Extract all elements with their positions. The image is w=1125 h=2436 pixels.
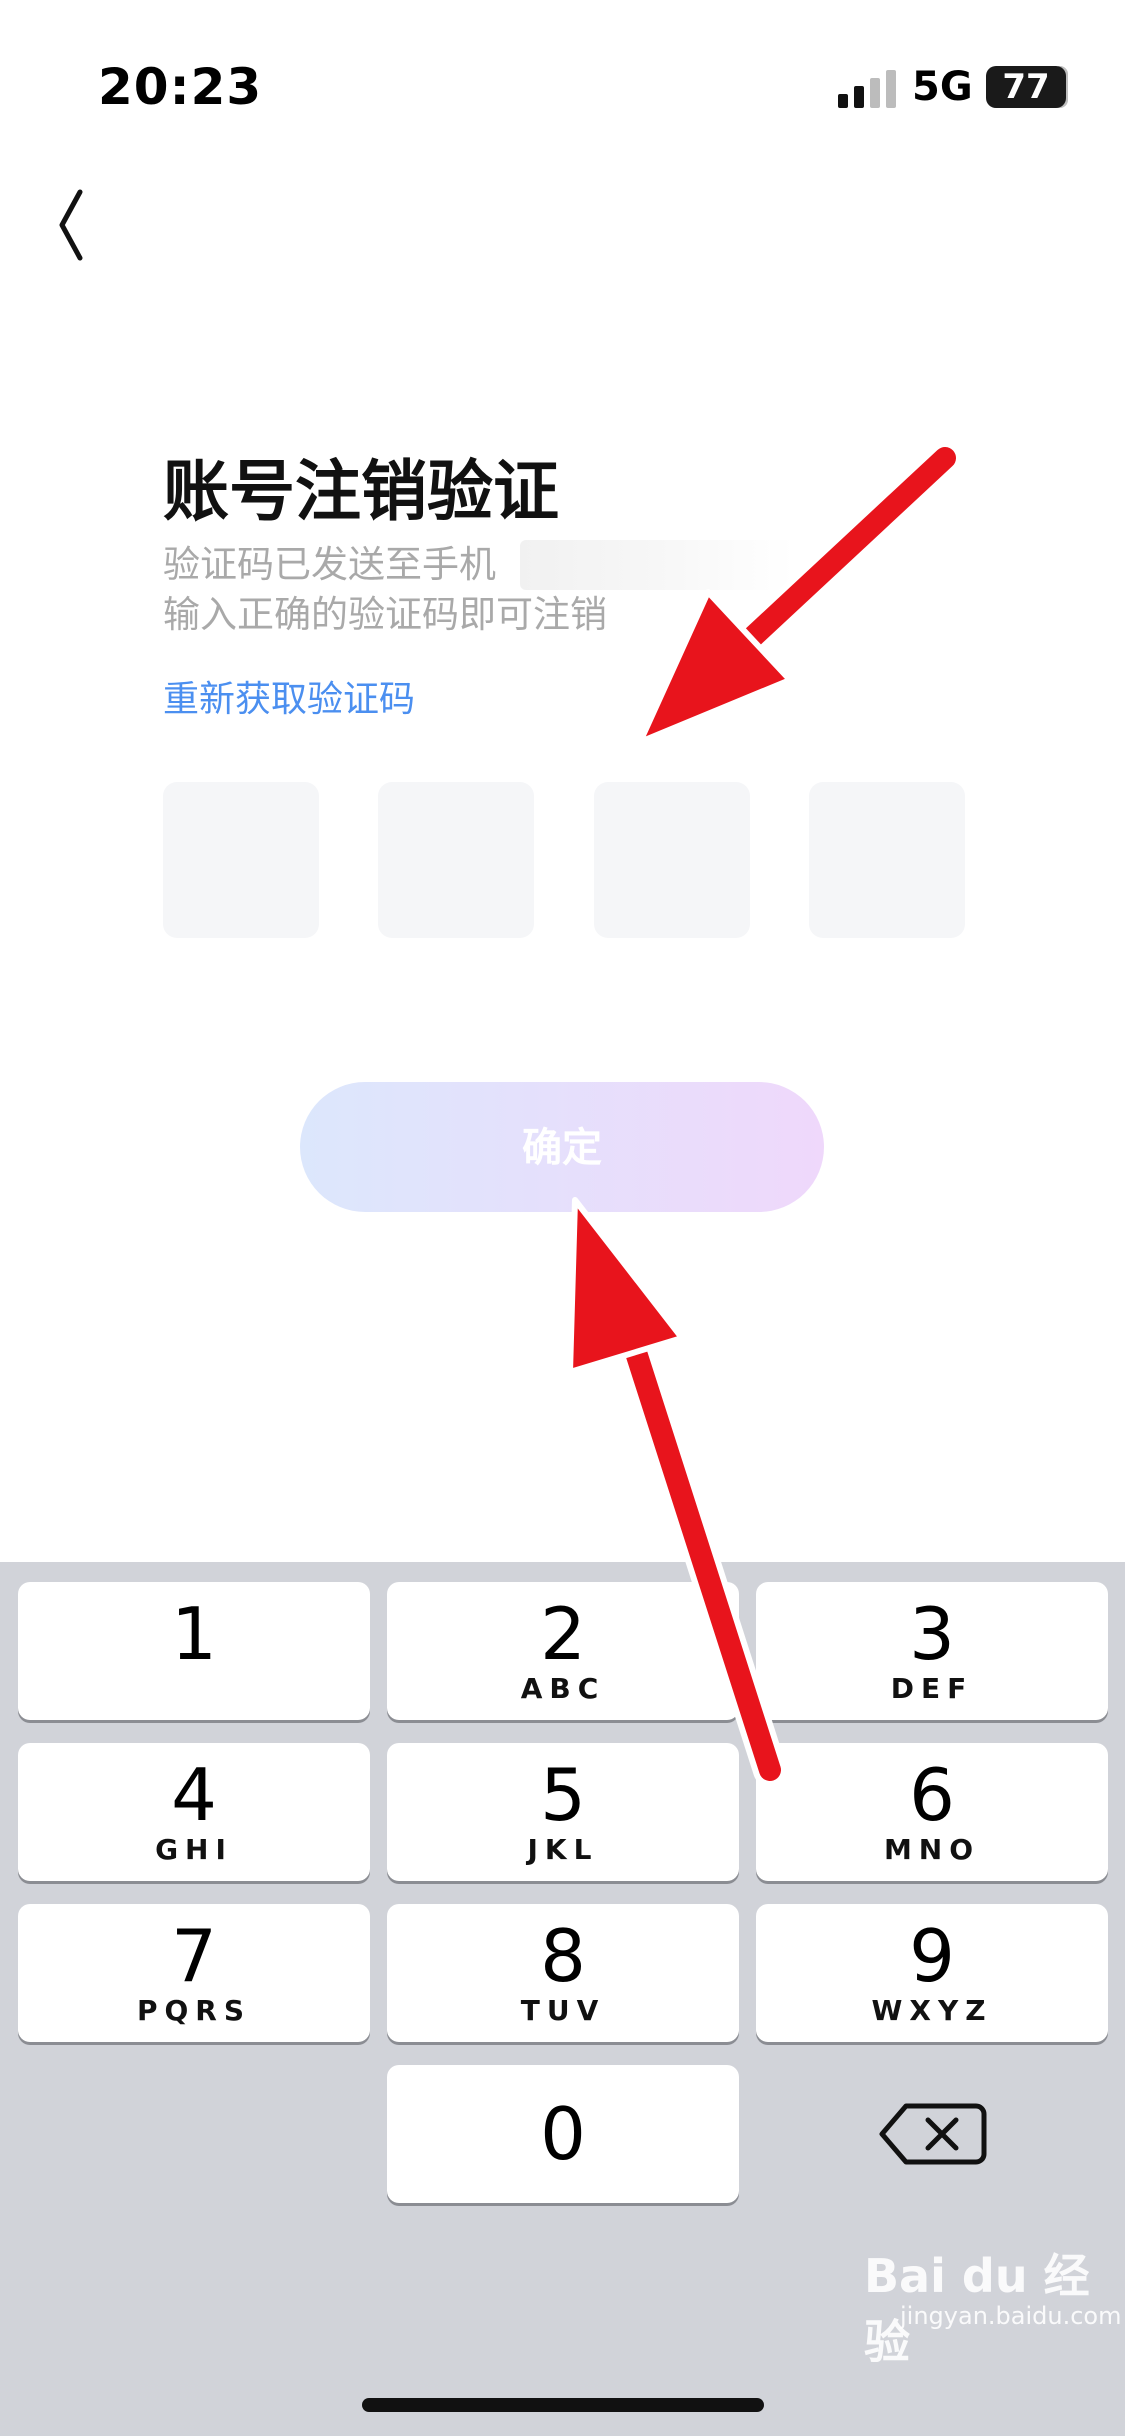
key-number: 4 <box>171 1753 217 1837</box>
key-2[interactable]: 2 ABC <box>387 1582 739 1720</box>
battery-icon: 77 <box>986 66 1066 108</box>
network-label: 5G <box>912 64 973 110</box>
key-number: 2 <box>540 1592 586 1676</box>
key-number: 1 <box>171 1592 217 1676</box>
key-letters: JKL <box>527 1833 599 1866</box>
desc-line1: 验证码已发送至手机 <box>163 543 496 586</box>
key-letters: ABC <box>520 1672 606 1705</box>
key-9[interactable]: 9 WXYZ <box>756 1904 1108 2042</box>
key-letters: PQRS <box>136 1994 252 2027</box>
code-box-2[interactable] <box>378 782 534 938</box>
code-box-3[interactable] <box>594 782 750 938</box>
key-5[interactable]: 5 JKL <box>387 1743 739 1881</box>
key-number: 5 <box>540 1753 586 1837</box>
key-number: 7 <box>171 1914 217 1998</box>
key-letters: TUV <box>520 1994 606 2027</box>
key-number: 8 <box>540 1914 586 1998</box>
key-number: 3 <box>909 1592 955 1676</box>
key-8[interactable]: 8 TUV <box>387 1904 739 2042</box>
key-1[interactable]: 1 <box>18 1582 370 1720</box>
delete-backspace-icon[interactable] <box>876 2094 996 2174</box>
key-6[interactable]: 6 MNO <box>756 1743 1108 1881</box>
signal-icon <box>838 70 896 108</box>
status-time: 20:23 <box>98 58 263 116</box>
key-number: 6 <box>909 1753 955 1837</box>
back-chevron-icon[interactable] <box>40 185 120 265</box>
code-box-1[interactable] <box>163 782 319 938</box>
watermark-site: jingyan.baidu.com <box>900 2302 1122 2330</box>
page-title: 账号注销验证 <box>163 453 559 530</box>
key-letters: WXYZ <box>871 1994 993 2027</box>
code-box-4[interactable] <box>809 782 965 938</box>
key-letters: DEF <box>890 1672 974 1705</box>
resend-code-link[interactable]: 重新获取验证码 <box>163 670 415 722</box>
key-letters: GHI <box>155 1833 233 1866</box>
key-7[interactable]: 7 PQRS <box>18 1904 370 2042</box>
key-0[interactable]: 0 <box>387 2065 739 2203</box>
key-number: 0 <box>540 2092 586 2176</box>
home-indicator <box>362 2398 764 2412</box>
key-letters: MNO <box>883 1833 981 1866</box>
desc-line2: 输入正确的验证码即可注销 <box>163 593 607 636</box>
blurred-phone-number <box>520 540 795 590</box>
confirm-button[interactable]: 确定 <box>300 1082 824 1212</box>
key-number: 9 <box>909 1914 955 1998</box>
arrow-to-code-boxes-icon <box>637 441 962 745</box>
key-4[interactable]: 4 GHI <box>18 1743 370 1881</box>
key-3[interactable]: 3 DEF <box>756 1582 1108 1720</box>
